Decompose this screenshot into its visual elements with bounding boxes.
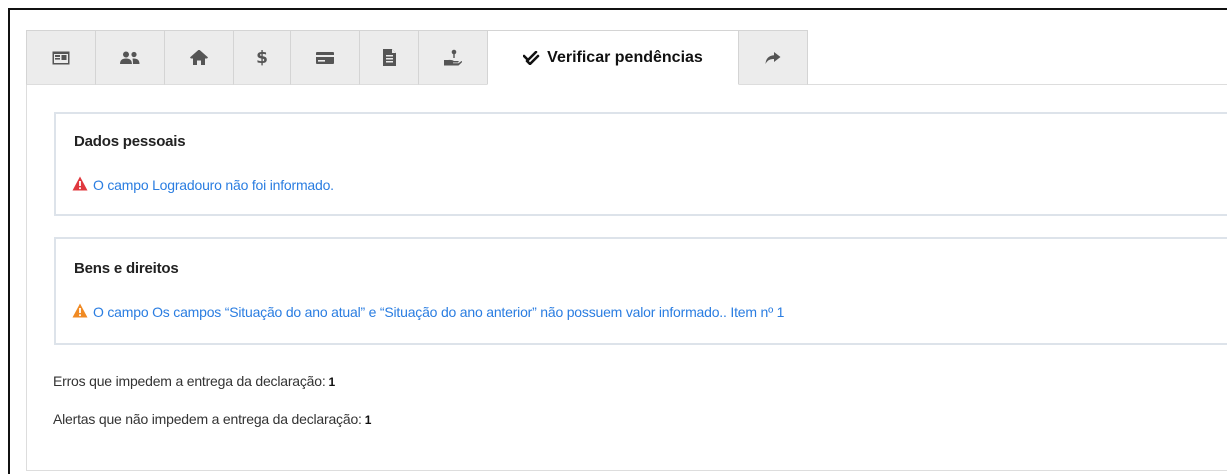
errors-count: 1	[328, 375, 336, 389]
section-card-bens-e-direitos: Bens e direitos O campo Os campos “Situa…	[54, 237, 1227, 345]
id-card-icon	[52, 51, 70, 65]
alerts-summary-label: Alertas que não impedem a entrega da dec…	[53, 411, 362, 427]
error-message[interactable]: O campo Logradouro não foi informado.	[72, 176, 334, 194]
error-message-text: O campo Logradouro não foi informado.	[93, 177, 334, 193]
alerts-count: 1	[364, 413, 372, 427]
credit-card-icon	[316, 51, 334, 65]
check-double-icon	[523, 50, 541, 65]
warning-triangle-icon	[72, 303, 93, 321]
error-triangle-icon	[72, 176, 93, 194]
alerts-summary: Alertas que não impedem a entrega da dec…	[53, 411, 371, 427]
dollar-icon: $	[256, 47, 268, 68]
errors-summary-label: Erros que impedem a entrega da declaraçã…	[53, 373, 326, 389]
warning-message[interactable]: O campo Os campos “Situação do ano atual…	[72, 303, 784, 321]
section-title: Dados pessoais	[74, 133, 186, 150]
home-icon	[190, 49, 208, 66]
share-arrow-icon	[765, 51, 781, 65]
tab-identification[interactable]	[26, 30, 96, 85]
tab-home[interactable]	[164, 30, 234, 85]
tab-verificar-pendencias-label: Verificar pendências	[547, 48, 703, 66]
tab-income[interactable]: $	[233, 30, 291, 85]
tab-payments[interactable]	[290, 30, 360, 85]
errors-summary: Erros que impedem a entrega da declaraçã…	[53, 373, 335, 389]
users-icon	[120, 51, 140, 65]
tab-submit[interactable]	[738, 30, 808, 85]
hand-coin-icon	[444, 49, 462, 66]
tab-documents[interactable]	[359, 30, 419, 85]
warning-message-text: O campo Os campos “Situação do ano atual…	[93, 304, 785, 320]
section-title: Bens e direitos	[74, 260, 179, 277]
tab-dependents[interactable]	[95, 30, 165, 85]
document-icon	[382, 49, 396, 66]
section-card-dados-pessoais: Dados pessoais O campo Logradouro não fo…	[54, 112, 1227, 216]
tab-verificar-pendencias[interactable]: Verificar pendências	[487, 30, 739, 85]
tab-donations[interactable]	[418, 30, 488, 85]
tab-bar: $ Verificar pendências	[26, 30, 1227, 85]
